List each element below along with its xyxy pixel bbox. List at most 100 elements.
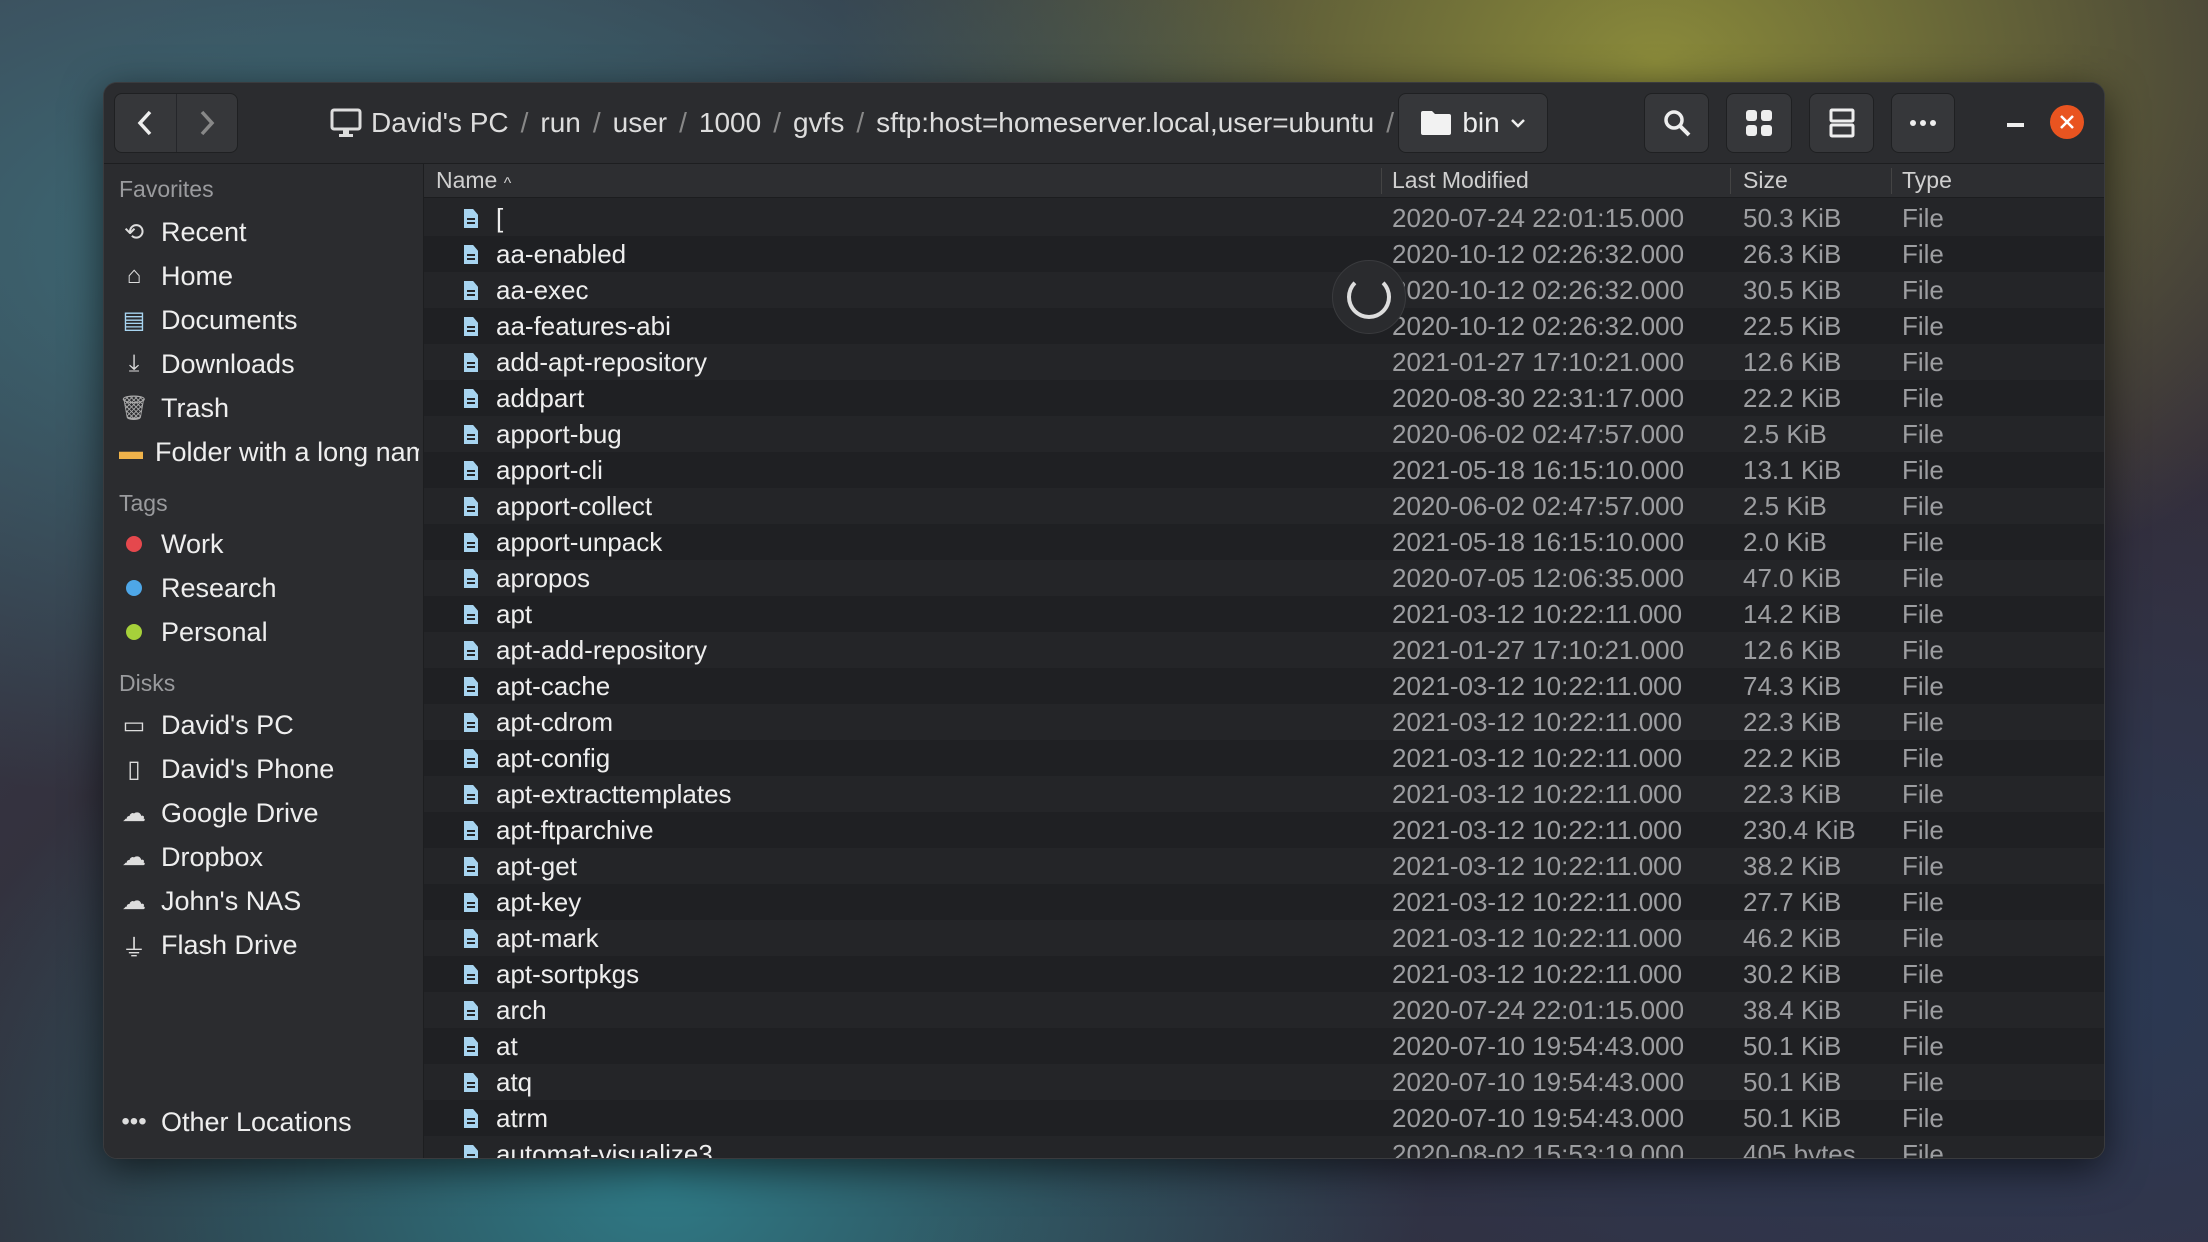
- table-row[interactable]: add-apt-repository 2021-01-27 17:10:21.00…: [424, 344, 2104, 380]
- table-row[interactable]: aa-exec 2020-10-12 02:26:32.000 30.5 KiB Fi…: [424, 272, 2104, 308]
- table-row[interactable]: apropos 2020-07-05 12:06:35.000 47.0 KiB Fi…: [424, 560, 2104, 596]
- breadcrumb-item[interactable]: gvfs: [793, 107, 844, 139]
- table-row[interactable]: apt 2021-03-12 10:22:11.000 14.2 KiB File: [424, 596, 2104, 632]
- table-row[interactable]: apt-key 2021-03-12 10:22:11.000 27.7 KiB Fi…: [424, 884, 2104, 920]
- table-row[interactable]: atrm 2020-07-10 19:54:43.000 50.1 KiB File: [424, 1100, 2104, 1136]
- sidebar-item-john-s-nas[interactable]: ☁ John's NAS: [119, 881, 419, 921]
- column-divider[interactable]: [1891, 168, 1892, 194]
- table-row[interactable]: apport-bug 2020-06-02 02:47:57.000 2.5 KiB…: [424, 416, 2104, 452]
- table-row[interactable]: arch 2020-07-24 22:01:15.000 38.4 KiB File: [424, 992, 2104, 1028]
- breadcrumb-item[interactable]: user: [613, 107, 667, 139]
- file-size: 26.3 KiB: [1743, 239, 1842, 269]
- file-size: 22.3 KiB: [1743, 707, 1842, 737]
- sidebar-item-google-drive[interactable]: ☁ Google Drive: [119, 793, 419, 833]
- loading-spinner: [1332, 260, 1406, 334]
- more-options-button[interactable]: [1891, 93, 1955, 153]
- sidebar-item-home[interactable]: ⌂ Home: [119, 256, 419, 296]
- table-row[interactable]: apport-unpack 2021-05-18 16:15:10.000 2.0 …: [424, 524, 2104, 560]
- file-icon: [464, 1001, 478, 1020]
- sidebar-item-flash-drive[interactable]: ⏚ Flash Drive: [119, 925, 419, 965]
- file-type: File: [1902, 203, 1944, 233]
- breadcrumb-item[interactable]: run: [540, 107, 580, 139]
- close-button[interactable]: [2050, 105, 2084, 139]
- document-icon: ▤: [122, 306, 146, 334]
- last-modified: 2021-03-12 10:22:11.000: [1392, 707, 1683, 737]
- last-modified: 2020-07-10 19:54:43.000: [1392, 1067, 1685, 1097]
- file-type: File: [1902, 635, 1944, 665]
- column-divider[interactable]: [1381, 168, 1382, 194]
- sidebar-item-downloads[interactable]: ⤓ Downloads: [119, 344, 419, 384]
- table-row[interactable]: apt-add-repository 2021-01-27 17:10:21.00…: [424, 632, 2104, 668]
- sidebar-item-david-s-phone[interactable]: ▯ David's Phone: [119, 749, 419, 789]
- table-row[interactable]: apt-config 2021-03-12 10:22:11.000 22.2 Ki…: [424, 740, 2104, 776]
- back-button[interactable]: [115, 94, 176, 152]
- grid-view-button[interactable]: [1726, 93, 1792, 153]
- file-size: 2.5 KiB: [1743, 419, 1827, 449]
- table-row[interactable]: addpart 2020-08-30 22:31:17.000 22.2 KiB Fi…: [424, 380, 2104, 416]
- sidebar-item-research[interactable]: Research: [119, 568, 419, 608]
- sidebar-item-other-locations[interactable]: ••• Other Locations: [119, 1102, 419, 1142]
- column-divider[interactable]: [1730, 168, 1731, 194]
- file-name: [: [496, 203, 504, 233]
- folder-icon: [1421, 111, 1452, 135]
- list-view-button[interactable]: [1809, 93, 1874, 153]
- last-modified: 2020-10-12 02:26:32.000: [1392, 311, 1685, 341]
- table-row[interactable]: [2020-07-24 22:01:15.000 50.3 KiB File: [424, 200, 2104, 236]
- table-row[interactable]: apt-ftparchive 2021-03-12 10:22:11.000 230…: [424, 812, 2104, 848]
- table-row[interactable]: apt-cache 2021-03-12 10:22:11.000 74.3 KiB…: [424, 668, 2104, 704]
- sidebar-item-label: John's NAS: [161, 885, 302, 916]
- disks-heading: Disks: [119, 670, 176, 696]
- home-icon: ⌂: [126, 262, 142, 289]
- table-row[interactable]: apt-get 2021-03-12 10:22:11.000 38.2 KiB Fi…: [424, 848, 2104, 884]
- file-type: File: [1902, 275, 1944, 305]
- file-type: File: [1902, 959, 1944, 989]
- grid-icon: [1746, 110, 1772, 136]
- forward-button[interactable]: [175, 94, 238, 152]
- column-last-modified[interactable]: Last Modified: [1392, 167, 1529, 194]
- table-row[interactable]: aa-features-abi 2020-10-12 02:26:32.000 22…: [424, 308, 2104, 344]
- table-row[interactable]: at 2020-07-10 19:54:43.000 50.1 KiB File: [424, 1028, 2104, 1064]
- file-type: File: [1902, 743, 1944, 773]
- sidebar-item-label: Dropbox: [161, 841, 264, 872]
- sidebar-item-recent[interactable]: ⟲ Recent: [119, 212, 419, 252]
- column-size[interactable]: Size: [1743, 167, 1788, 194]
- sidebar-item-label: Folder with a long name: [155, 436, 419, 467]
- column-name[interactable]: Name ^: [436, 167, 511, 194]
- file-name: apt-ftparchive: [496, 815, 654, 845]
- close-icon: [2060, 115, 2074, 129]
- file-type: File: [1902, 563, 1944, 593]
- file-type: File: [1902, 491, 1944, 521]
- cloud-icon: ☁: [122, 887, 146, 915]
- table-row[interactable]: automat-visualize3 2020-08-02 15:53:19.00…: [424, 1136, 2104, 1158]
- sidebar-item-trash[interactable]: 🗑 Trash: [119, 388, 419, 428]
- minimize-button[interactable]: [2007, 123, 2024, 127]
- current-folder-button[interactable]: bin: [1398, 93, 1548, 153]
- file-size: 74.3 KiB: [1743, 671, 1842, 701]
- file-icon: [464, 1037, 478, 1056]
- file-icon: [464, 605, 478, 624]
- table-row[interactable]: aa-enabled 2020-10-12 02:26:32.000 26.3 Ki…: [424, 236, 2104, 272]
- search-button[interactable]: [1644, 93, 1709, 153]
- breadcrumb-item[interactable]: sftp:host=homeserver.local,user=ubuntu: [876, 107, 1374, 139]
- sidebar-item-david-s-pc[interactable]: ▭ David's PC: [119, 705, 419, 745]
- table-row[interactable]: apt-cdrom 2021-03-12 10:22:11.000 22.3 KiB…: [424, 704, 2104, 740]
- more-icon: •••: [121, 1108, 147, 1135]
- table-row[interactable]: apt-sortpkgs 2021-03-12 10:22:11.000 30.2 …: [424, 956, 2104, 992]
- sidebar-item-personal[interactable]: Personal: [119, 612, 419, 652]
- breadcrumb-item[interactable]: David's PC: [371, 107, 509, 139]
- file-type: File: [1902, 1103, 1944, 1133]
- sidebar-item-dropbox[interactable]: ☁ Dropbox: [119, 837, 419, 877]
- column-type[interactable]: Type: [1902, 167, 1952, 194]
- breadcrumb-item[interactable]: 1000: [699, 107, 761, 139]
- sidebar-item-label: Research: [161, 572, 277, 603]
- table-row[interactable]: atq 2020-07-10 19:54:43.000 50.1 KiB File: [424, 1064, 2104, 1100]
- sidebar-item-documents[interactable]: ▤ Documents: [119, 300, 419, 340]
- file-icon: [464, 821, 478, 840]
- file-name: automat-visualize3: [496, 1139, 713, 1158]
- sidebar-item-folder-with-a-long-name[interactable]: ▬ Folder with a long name: [119, 432, 419, 472]
- table-row[interactable]: apport-cli 2021-05-18 16:15:10.000 13.1 Ki…: [424, 452, 2104, 488]
- table-row[interactable]: apport-collect 2020-06-02 02:47:57.000 2.5…: [424, 488, 2104, 524]
- table-row[interactable]: apt-mark 2021-03-12 10:22:11.000 46.2 KiB F…: [424, 920, 2104, 956]
- sidebar-item-work[interactable]: Work: [119, 524, 419, 564]
- table-row[interactable]: apt-extracttemplates 2021-03-12 10:22:11.…: [424, 776, 2104, 812]
